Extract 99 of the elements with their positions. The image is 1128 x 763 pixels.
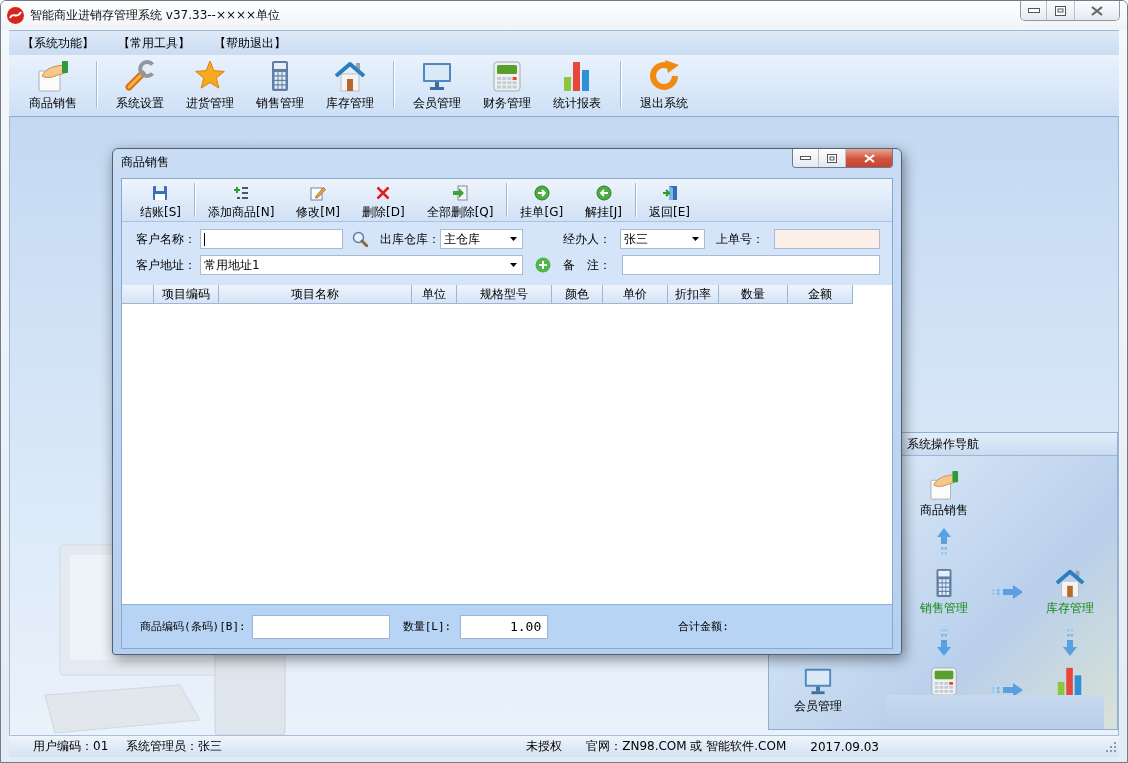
toolbar-button[interactable]: 结账[S] (129, 179, 192, 221)
barcode-field[interactable] (251, 614, 390, 639)
date-text: 2017.09.03 (810, 739, 879, 754)
nav-shortcut[interactable]: 商品销售 (920, 470, 968, 519)
customer-name-field[interactable] (200, 229, 343, 249)
right-arrow-circle-icon (533, 185, 550, 201)
status-text: 用户编码：01 (33, 738, 109, 755)
toolbar-button[interactable]: 统计报表 (542, 55, 612, 116)
status-text: 系统管理员：张三 (126, 738, 223, 755)
toolbar-button[interactable]: 修改[M] (285, 179, 352, 221)
monitor-icon (803, 666, 833, 696)
field-label: 客户名称： (136, 230, 197, 248)
menu-item[interactable]: 【常用工具】 (118, 34, 190, 52)
minimize-icon (800, 156, 811, 160)
field-label: 客户地址： (136, 256, 197, 274)
corner-cell (122, 285, 154, 304)
toolbar-button[interactable]: 进货管理 (175, 55, 245, 116)
toolbar-button[interactable]: 退出系统 (629, 55, 699, 116)
column-header: 金额 (788, 285, 853, 304)
column-header: 规格型号 (457, 285, 552, 304)
wrench-icon (124, 60, 156, 92)
door-exit-icon (661, 185, 678, 201)
column-header: 项目编码 (154, 285, 219, 304)
field-label: 上单号： (716, 230, 765, 248)
close-icon (1091, 5, 1103, 16)
hand-card-icon (929, 470, 959, 500)
remark-field[interactable] (622, 255, 880, 275)
toolbar-button[interactable]: 销售管理 (245, 55, 315, 116)
warehouse-select[interactable]: 主仓库 (440, 229, 523, 249)
toolbar-button[interactable]: 财务管理 (472, 55, 542, 116)
dialog-title: 商品销售 (121, 153, 169, 171)
toolbar-button[interactable]: 删除[D] (351, 179, 416, 221)
calculator-icon (929, 666, 959, 696)
app-logo-icon (7, 7, 24, 24)
right-arrow-icon (991, 683, 1023, 697)
house-icon (334, 60, 366, 92)
caret-icon (510, 237, 517, 241)
field-label: 备 注： (563, 256, 612, 274)
hand-card-icon (37, 60, 69, 92)
toolbar-button[interactable]: 会员管理 (402, 55, 472, 116)
search-icon[interactable] (352, 231, 368, 247)
house-icon (1055, 568, 1085, 598)
down-arrow-icon (1063, 626, 1077, 656)
column-header: 数量 (719, 285, 788, 304)
toolbar-button[interactable]: 商品销售 (18, 55, 88, 116)
window-title: 智能商业进销存管理系统 v37.33--××××单位 (30, 7, 281, 24)
close-button[interactable] (1074, 1, 1119, 20)
minimize-button[interactable] (1021, 1, 1046, 20)
left-arrow-circle-icon (595, 185, 612, 201)
close-button[interactable] (845, 149, 892, 167)
nav-shortcut[interactable] (929, 666, 959, 696)
maximize-button[interactable] (818, 149, 845, 167)
address-select[interactable]: 常用地址1 (200, 255, 523, 275)
up-arrow-icon (937, 528, 951, 558)
add-icon[interactable] (535, 257, 551, 273)
column-header: 折扣率 (668, 285, 719, 304)
nav-shortcut[interactable]: 会员管理 (794, 666, 842, 715)
menu-item[interactable]: 【系统功能】 (22, 34, 94, 52)
previous-order-field[interactable] (774, 229, 880, 249)
handler-select[interactable]: 张三 (620, 229, 705, 249)
add-row-icon (233, 185, 250, 201)
calculator-icon (491, 60, 523, 92)
monitor-icon (421, 60, 453, 92)
column-header: 单位 (412, 285, 457, 304)
pencil-note-icon (310, 185, 327, 201)
menu-item[interactable]: 【帮助退出】 (214, 34, 286, 52)
field-label: 经办人： (563, 230, 612, 248)
toolbar-button[interactable]: 解挂[J] (574, 179, 634, 221)
right-arrow-icon (991, 585, 1023, 599)
caret-icon (692, 237, 699, 241)
refresh-icon (648, 60, 680, 92)
field-label: 出库仓库： (380, 230, 440, 248)
resize-grip-icon[interactable] (1105, 740, 1117, 753)
minimize-icon (1027, 8, 1040, 13)
maximize-icon (1055, 5, 1066, 16)
column-header: 项目名称 (219, 285, 412, 304)
quantity-field[interactable]: 1.00 (460, 614, 549, 639)
minimize-button[interactable] (793, 149, 818, 167)
toolbar-button[interactable]: 返回[E] (638, 179, 701, 221)
close-icon (863, 153, 875, 163)
arrow-document-icon (452, 185, 469, 201)
maximize-icon (827, 153, 837, 163)
maximize-button[interactable] (1046, 1, 1074, 20)
total-label: 合计金额: (678, 619, 729, 634)
cross-icon (375, 185, 392, 201)
star-icon (194, 60, 226, 92)
status-text: 官网：ZN98.COM 或 智能软件.COM (586, 738, 787, 755)
column-header: 颜色 (552, 285, 603, 304)
down-arrow-icon (937, 626, 951, 656)
field-label: 商品编码(条码)[B]: (140, 619, 246, 634)
toolbar-button[interactable]: 全部删除[Q] (415, 179, 505, 221)
toolbar-button[interactable]: 挂单[G] (509, 179, 575, 221)
caret-icon (510, 263, 517, 267)
toolbar-button[interactable]: 库存管理 (315, 55, 385, 116)
status-text: 未授权 (526, 738, 563, 755)
column-header: 单价 (603, 285, 668, 304)
toolbar-button[interactable]: 添加商品[N] (197, 179, 286, 221)
toolbar-button[interactable]: 系统设置 (105, 55, 175, 116)
field-label: 数量[L]: (402, 619, 452, 634)
